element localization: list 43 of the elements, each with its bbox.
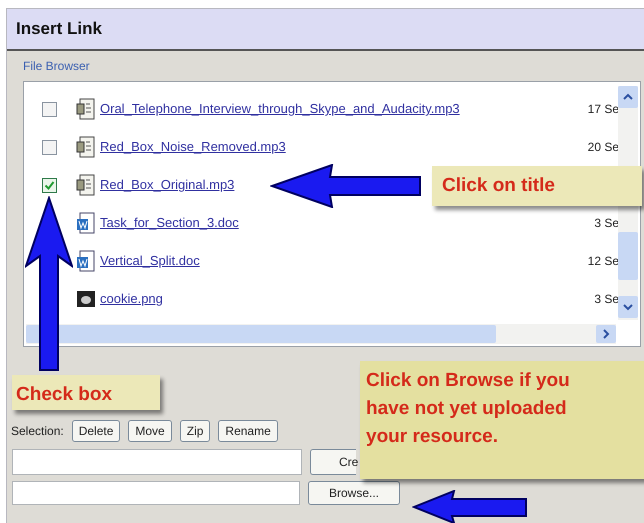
checkbox[interactable]	[42, 178, 57, 192]
selection-label: Selection:	[11, 423, 64, 440]
scroll-down-icon[interactable]	[623, 303, 633, 311]
file-link[interactable]: Task_for_Section_3.doc	[100, 213, 239, 233]
check-icon	[44, 180, 55, 190]
audio-file-icon	[76, 174, 96, 196]
callout-tooltip: Click on Browse if you have not yet uploaded your resource.	[360, 361, 644, 479]
image-file-icon	[76, 290, 96, 308]
section-title: File Browser	[23, 58, 90, 75]
checkbox[interactable]	[42, 140, 57, 154]
callout-tooltip: Click on title	[432, 166, 642, 206]
document-file-icon	[76, 250, 96, 272]
selection-button[interactable]: Zip	[180, 420, 210, 442]
upload-file-field[interactable]	[12, 481, 300, 505]
window-title: Insert Link	[16, 18, 102, 40]
file-date: 3 Se	[594, 291, 619, 308]
file-date: 20 Se	[588, 139, 619, 156]
file-link[interactable]: Red_Box_Original.mp3	[100, 175, 234, 195]
audio-file-icon	[76, 136, 96, 158]
folder-name-field[interactable]	[12, 449, 302, 475]
scroll-right-icon[interactable]	[602, 329, 610, 339]
up-arrow-icon	[25, 196, 73, 372]
file-date: 17 Se	[588, 101, 619, 118]
selection-button[interactable]: Move	[128, 420, 172, 442]
browse-button[interactable]: Browse...	[308, 481, 400, 505]
scroll-up-icon[interactable]	[623, 93, 633, 101]
callout-tooltip: Check box	[12, 375, 160, 410]
file-date: 3 Se	[594, 215, 619, 232]
selection-button[interactable]: Rename	[218, 420, 278, 442]
file-link[interactable]: cookie.png	[100, 289, 163, 309]
file-link[interactable]: Oral_Telephone_Interview_through_Skype_and_Audacity.mp3	[100, 99, 460, 119]
file-link[interactable]: Red_Box_Noise_Removed.mp3	[100, 137, 286, 157]
document-file-icon	[76, 212, 96, 234]
left-arrow-icon	[412, 490, 528, 523]
left-arrow-icon	[270, 164, 422, 208]
horizontal-scrollbar[interactable]	[26, 324, 616, 344]
file-link[interactable]: Vertical_Split.doc	[100, 251, 200, 271]
audio-file-icon	[76, 98, 96, 120]
create-folder-button[interactable]: Cre	[310, 449, 356, 475]
scrollbar-thumb[interactable]	[618, 232, 638, 280]
file-date: 12 Se	[588, 253, 619, 270]
selection-button[interactable]: Delete	[72, 420, 120, 442]
checkbox[interactable]	[42, 102, 57, 116]
